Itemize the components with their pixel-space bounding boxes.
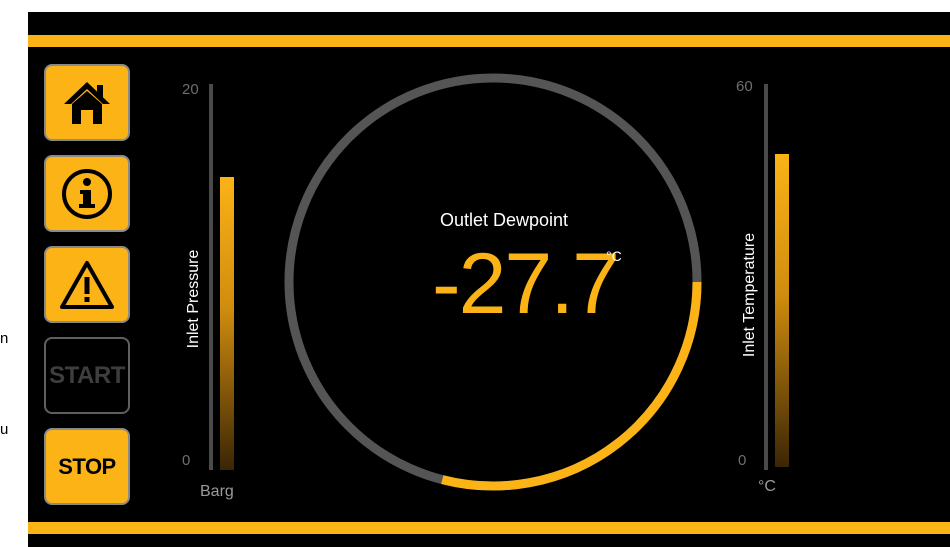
offscreen-text-fragment: n [0,330,9,347]
start-button-label: START [49,361,125,389]
info-button[interactable] [44,155,130,232]
offscreen-text-fragment: u [0,421,9,438]
top-accent-bar [28,35,950,47]
stop-button-label: STOP [58,453,116,479]
bottom-accent-bar [28,522,950,534]
outlet-dewpoint-unit: °C [606,248,622,264]
outlet-dewpoint-label: Outlet Dewpoint [439,210,569,230]
warning-icon [60,260,114,309]
info-icon [62,168,112,219]
inlet-pressure-unit: Barg [200,483,234,500]
inlet-temperature-track [764,84,768,470]
home-button[interactable] [44,64,130,141]
inlet-pressure-label: Inlet Pressure [185,249,202,349]
inlet-pressure-min: 0 [182,452,191,469]
inlet-temperature-unit: °C [758,478,776,495]
inlet-temperature-label: Inlet Temperature [741,232,758,358]
start-button[interactable]: START [44,337,130,414]
warning-button[interactable] [44,246,130,323]
inlet-temperature-level [775,154,789,467]
inlet-temperature-max: 60 [736,78,753,95]
inlet-pressure-max: 20 [182,81,199,98]
inlet-pressure-track [209,84,213,470]
home-icon [64,81,110,124]
hmi-panel: START STOP 20 0 Inlet Pressure Barg Outl… [28,12,950,547]
stop-button[interactable]: STOP [44,428,130,505]
inlet-pressure-level [220,177,234,470]
outlet-dewpoint-value: -27.7 [431,236,620,332]
inlet-temperature-min: 0 [738,452,747,469]
